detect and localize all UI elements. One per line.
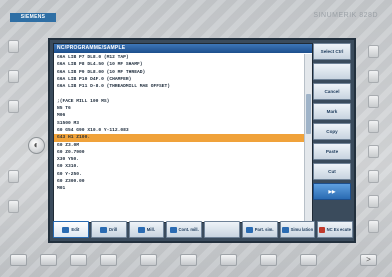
left-bezel-key[interactable] [8, 200, 19, 213]
bottom-bezel-key[interactable] [70, 254, 87, 266]
softkey-label: Drill [109, 227, 118, 232]
bottom-bezel-key[interactable] [140, 254, 157, 266]
vertical-softkey-5[interactable]: Copy [313, 123, 351, 140]
vertical-softkey-3[interactable]: Cancel [313, 83, 351, 100]
right-bezel-key[interactable] [368, 195, 379, 208]
code-line[interactable]: G6A LIB P8 DL4.50 (10 MF SHAMF) [54, 61, 304, 68]
selected-code-line[interactable]: G43 H1 Z100. [54, 134, 304, 142]
bottom-bezel-key[interactable] [180, 254, 197, 266]
code-line[interactable]: G6A LIB P9 DL8.00 (10 MF THREAD) [54, 69, 304, 76]
editor-title: NC/PROGRAMME/SAMPLE [54, 44, 312, 53]
vertical-softkey-8[interactable]: ▶▶ [313, 183, 351, 200]
code-line[interactable]: G6A LIB P10 D4F.0 (CHAMFER) [54, 76, 304, 83]
sinumerik-logo: SINUMERIK 828D [313, 12, 378, 19]
horizontal-softkey-4[interactable]: Cont. mill. [166, 221, 202, 238]
right-bezel-key[interactable] [368, 70, 379, 83]
next-arrow-icon[interactable]: > [360, 254, 377, 266]
code-line[interactable]: G0 Z0.7900 [54, 149, 304, 156]
vertical-softkeys: Select Ctrl Cancel Mark Copy Paste Cut ▶▶ [313, 43, 351, 203]
code-line[interactable]: N5 T6 [54, 105, 304, 112]
bottom-bezel-key[interactable] [10, 254, 27, 266]
program-editor[interactable]: NC/PROGRAMME/SAMPLE G6A LIB P7 DL8.0 (M1… [53, 43, 313, 223]
bottom-bezel-key[interactable] [220, 254, 237, 266]
code-line[interactable]: G6A LIB P11 D-8.0 (THREADMILL MAE OFFSET… [54, 83, 304, 90]
code-line[interactable]: ;(FACE MILL 100 MS) [54, 98, 304, 105]
right-bezel-key[interactable] [368, 45, 379, 58]
horizontal-softkey-1[interactable]: Edit [53, 221, 89, 238]
bottom-bezel-key[interactable] [300, 254, 317, 266]
vertical-softkey-4[interactable]: Mark [313, 103, 351, 120]
bottom-bezel-key[interactable] [40, 254, 57, 266]
simulation-icon [281, 226, 289, 233]
horizontal-softkey-7[interactable]: Simu lation [279, 221, 316, 238]
softkey-label: Edit [71, 227, 80, 232]
vertical-softkey-7[interactable]: Cut [313, 163, 351, 180]
left-bezel-key[interactable] [8, 40, 19, 53]
siemens-logo: SIEMENS [10, 13, 56, 22]
horizontal-softkey-2[interactable]: Drill [90, 221, 127, 238]
vertical-softkey-2[interactable] [313, 63, 351, 80]
bottom-bezel-key[interactable] [100, 254, 117, 266]
simulation-icon [245, 226, 253, 233]
softkey-label: Cont. mill. [178, 227, 199, 232]
execute-icon [319, 226, 325, 233]
bottom-bezel-key[interactable] [260, 254, 277, 266]
code-line[interactable]: G0 X310. [54, 163, 304, 170]
code-line[interactable]: G6A LIB P7 DL8.0 (M12 TAP) [54, 54, 304, 61]
contour-mill-icon [169, 226, 177, 233]
editor-scrollbar[interactable] [304, 54, 312, 222]
softkey-label: NC Ex ecute [326, 227, 351, 232]
right-bezel-key[interactable] [368, 95, 379, 108]
horizontal-softkeys: Edit Drill Mill. Cont. mill. Part. sim. Simu … [53, 221, 353, 238]
recall-icon[interactable]: ◐ [28, 137, 45, 154]
vertical-softkey-1[interactable]: Select Ctrl [313, 43, 351, 60]
code-line[interactable]: X30 Y50. [54, 156, 304, 163]
vertical-softkey-6[interactable]: Paste [313, 143, 351, 160]
right-bezel-key[interactable] [368, 145, 379, 158]
hmi-screen: NC/PROGRAMME/SAMPLE G6A LIB P7 DL8.0 (M1… [48, 38, 356, 243]
scrollbar-thumb[interactable] [306, 94, 311, 134]
left-bezel-key[interactable] [8, 70, 19, 83]
softkey-label: Simu lation [290, 227, 314, 232]
softkey-label: Mill. [146, 227, 155, 232]
horizontal-softkey-3[interactable]: Mill. [128, 221, 165, 238]
code-line[interactable]: M06 [54, 112, 304, 119]
left-bezel-key[interactable] [8, 100, 19, 113]
left-bezel-key[interactable] [8, 170, 19, 183]
code-line[interactable]: G0 G54 G90 X10.0 Y-112.083 [54, 127, 304, 134]
code-line[interactable]: G0 Z3.0M [54, 142, 304, 149]
edit-icon [62, 226, 70, 233]
mill-icon [137, 226, 145, 233]
right-bezel-key[interactable] [368, 220, 379, 233]
softkey-label: Part. sim. [254, 227, 274, 232]
horizontal-softkey-5[interactable] [204, 221, 240, 238]
code-line[interactable]: S1500 M3 [54, 120, 304, 127]
code-line[interactable] [54, 90, 304, 97]
code-line[interactable]: G0 Y-250. [54, 171, 304, 178]
horizontal-softkey-8[interactable]: NC Ex ecute [317, 221, 353, 238]
right-bezel-key[interactable] [368, 170, 379, 183]
right-bezel-key[interactable] [368, 120, 379, 133]
drill-icon [100, 226, 108, 233]
code-line[interactable]: M01 [54, 185, 304, 192]
code-lines[interactable]: G6A LIB P7 DL8.0 (M12 TAP) G6A LIB P8 DL4… [54, 54, 304, 222]
code-line[interactable]: G0 Z300.00 [54, 178, 304, 185]
horizontal-softkey-6[interactable]: Part. sim. [241, 221, 278, 238]
hmi-panel-bezel: SIEMENS SINUMERIK 828D ◐ NC/PROGRAMME/SA… [0, 0, 392, 277]
